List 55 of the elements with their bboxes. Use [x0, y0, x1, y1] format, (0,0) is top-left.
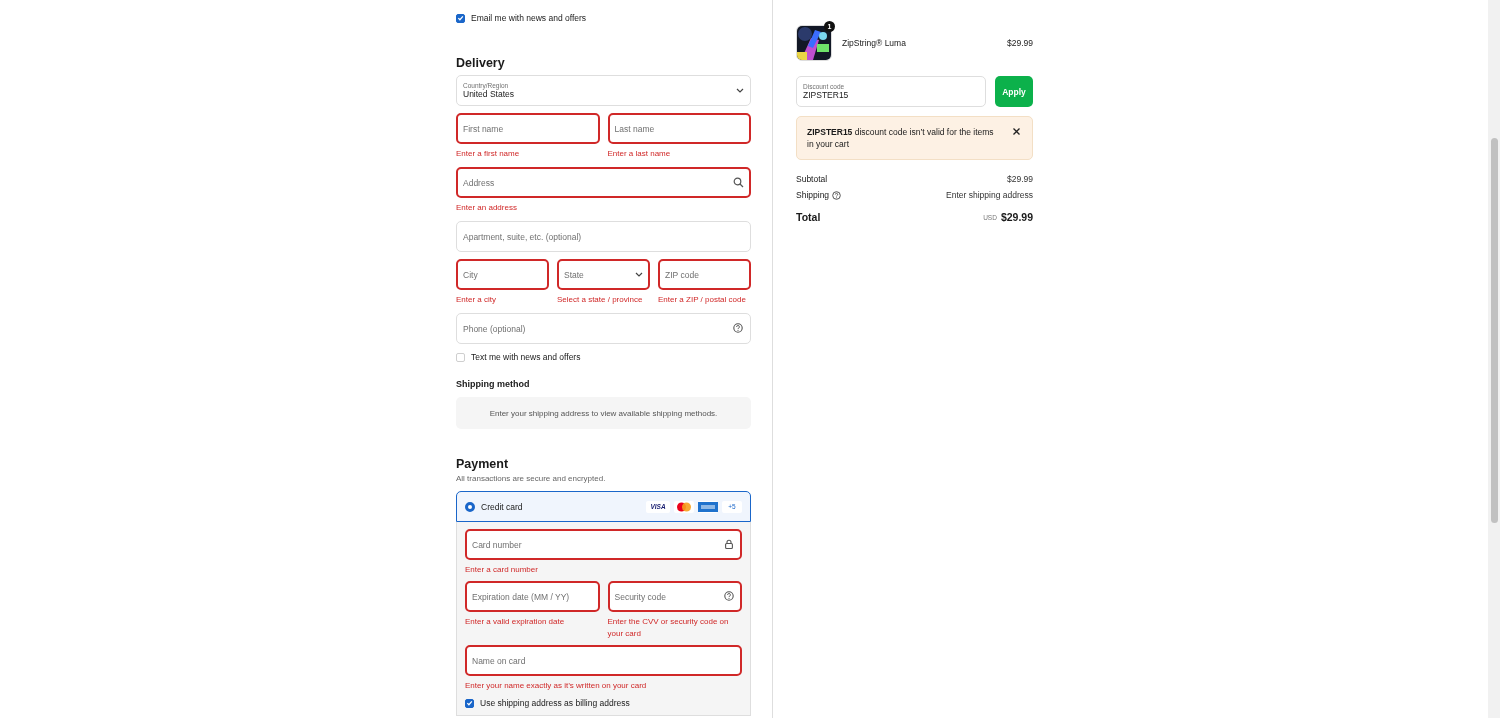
- input-field[interactable]: First name: [456, 113, 600, 144]
- line-label: Shipping: [796, 190, 830, 200]
- checkbox[interactable]: [456, 13, 465, 23]
- chevron-icon: [635, 272, 643, 277]
- select-field[interactable]: State: [557, 259, 650, 290]
- input-field[interactable]: Expiration date (MM / YY): [465, 581, 600, 612]
- input-field[interactable]: Address: [456, 167, 751, 198]
- error-message: Enter a ZIP / postal code: [658, 294, 747, 306]
- error-message: Enter an address: [456, 202, 518, 214]
- subtitle: All transactions are secure and encrypted.: [456, 474, 607, 483]
- input-field[interactable]: Security code: [607, 581, 742, 612]
- product-name: ZipString® Luma: [842, 37, 907, 48]
- checkbox[interactable]: [465, 698, 474, 708]
- input-field[interactable]: Last name: [607, 113, 751, 144]
- mastercard-icon: [676, 501, 692, 512]
- input-field[interactable]: Card number: [465, 529, 742, 560]
- error-message: Enter a first name: [456, 148, 521, 160]
- section-heading: Delivery: [456, 56, 506, 70]
- section-heading: Shipping method: [456, 379, 531, 389]
- product-price: $29.99: [1007, 37, 1033, 48]
- apply-button[interactable]: Apply: [995, 76, 1033, 107]
- total-label: Total: [796, 211, 821, 223]
- close-button[interactable]: [1011, 126, 1022, 137]
- error-message: Enter a last name: [607, 148, 672, 160]
- error-message: Enter your name exactly as it’s written on your card: [465, 680, 648, 692]
- error-message: Select a state / province: [557, 294, 644, 306]
- alert-message: ZIPSTER15 discount code isn’t valid for the items in your cart: [807, 126, 995, 150]
- input-field[interactable]: ZIP code: [658, 259, 751, 290]
- line-label: Subtotal: [796, 174, 828, 184]
- info-message: Enter your shipping address to view available shipping methods.: [456, 397, 751, 429]
- option-label: Credit card: [481, 501, 524, 512]
- error-message: Enter a card number: [465, 564, 539, 576]
- card-brand-icon: [698, 501, 718, 512]
- error-message: Enter a city: [456, 294, 497, 306]
- input-field[interactable]: City: [456, 259, 549, 290]
- line-value: $29.99: [1007, 174, 1033, 184]
- help-icon: [733, 323, 744, 334]
- checkbox-label: Use shipping address as billing address: [480, 698, 630, 708]
- lock-icon: [724, 539, 735, 550]
- input-field[interactable]: Phone (optional): [456, 313, 751, 344]
- checkbox-label: Email me with news and offers: [471, 13, 587, 23]
- section-heading: Payment: [456, 457, 510, 471]
- line-value: Enter shipping address: [946, 190, 1033, 200]
- error-message: Enter a valid expiration date: [465, 616, 566, 628]
- input-field[interactable]: Apartment, suite, etc. (optional): [456, 221, 751, 252]
- total-value: $29.99: [1000, 211, 1033, 223]
- close-icon: [1013, 128, 1020, 135]
- help-icon: [724, 591, 735, 602]
- search-icon: [733, 177, 744, 188]
- radio-button[interactable]: [465, 501, 475, 512]
- error-message: Enter the CVV or security code on your card: [607, 616, 730, 640]
- input-field[interactable]: Name on card: [465, 645, 742, 676]
- checkbox-label: Text me with news and offers: [471, 352, 581, 362]
- scrollbar[interactable]: [1488, 0, 1500, 718]
- chevron-icon: [736, 88, 744, 93]
